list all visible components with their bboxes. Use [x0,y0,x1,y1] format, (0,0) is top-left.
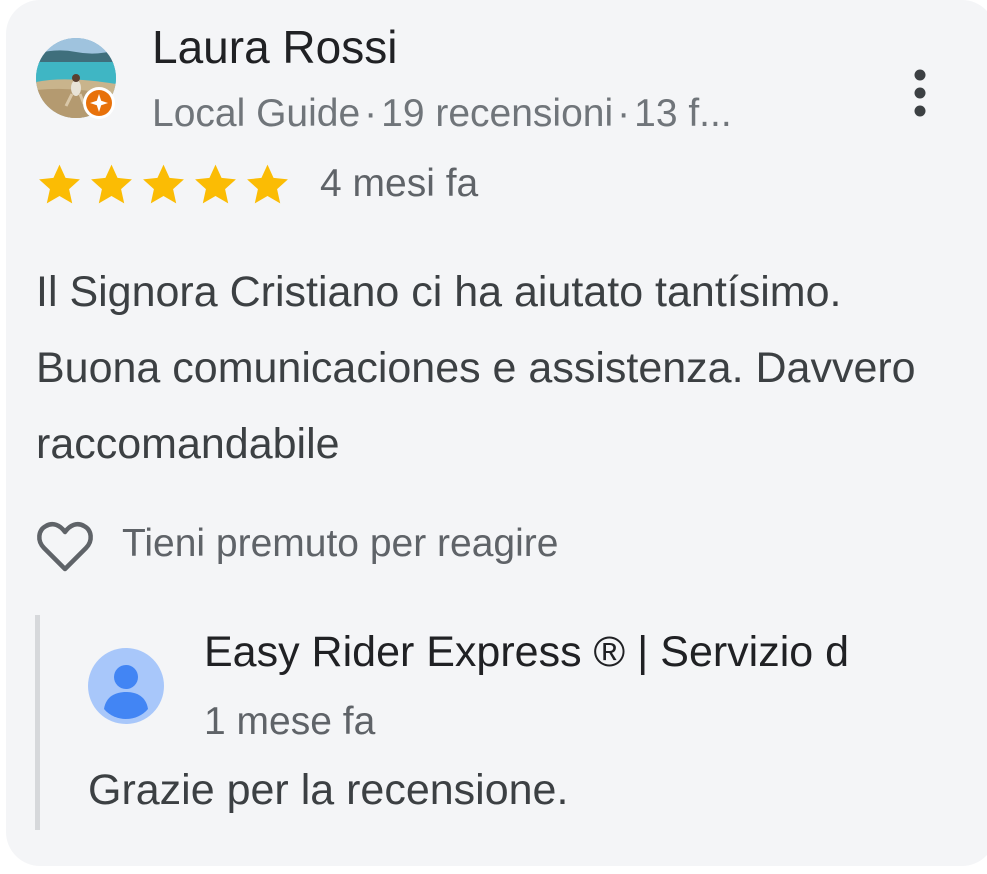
owner-reply-text: Grazie per la recensione. [88,766,569,814]
react-label: Tieni premuto per reagire [122,522,559,565]
star-icon [39,164,80,204]
meta-separator: · [617,92,631,135]
review-date: 4 mesi fa [320,162,479,205]
more-options-button[interactable] [898,60,942,124]
local-guide-label: Local Guide [152,92,361,135]
star-icon [195,164,236,204]
star-icon [247,164,288,204]
star-icon [143,164,184,204]
person-avatar-icon[interactable] [88,648,164,724]
local-guide-badge-icon [82,86,116,120]
owner-reply-date: 1 mese fa [204,700,376,743]
owner-name[interactable]: Easy Rider Express ® | Servizio d [204,628,987,677]
reply-divider [35,615,40,830]
star-rating [34,160,293,210]
reviewer-meta[interactable]: Local Guide · 19 recensioni · 13 f... [152,92,842,136]
more-vert-icon [914,69,926,117]
star-icon [91,164,132,204]
review-count: 19 recensioni [381,92,614,135]
meta-separator: · [364,92,378,135]
reviewer-name[interactable]: Laura Rossi [152,20,397,74]
photo-count: 13 f... [634,92,732,135]
heart-outline-icon [36,520,94,574]
review-text: Il Signora Cristiano ci ha aiutato tantí… [36,268,916,468]
